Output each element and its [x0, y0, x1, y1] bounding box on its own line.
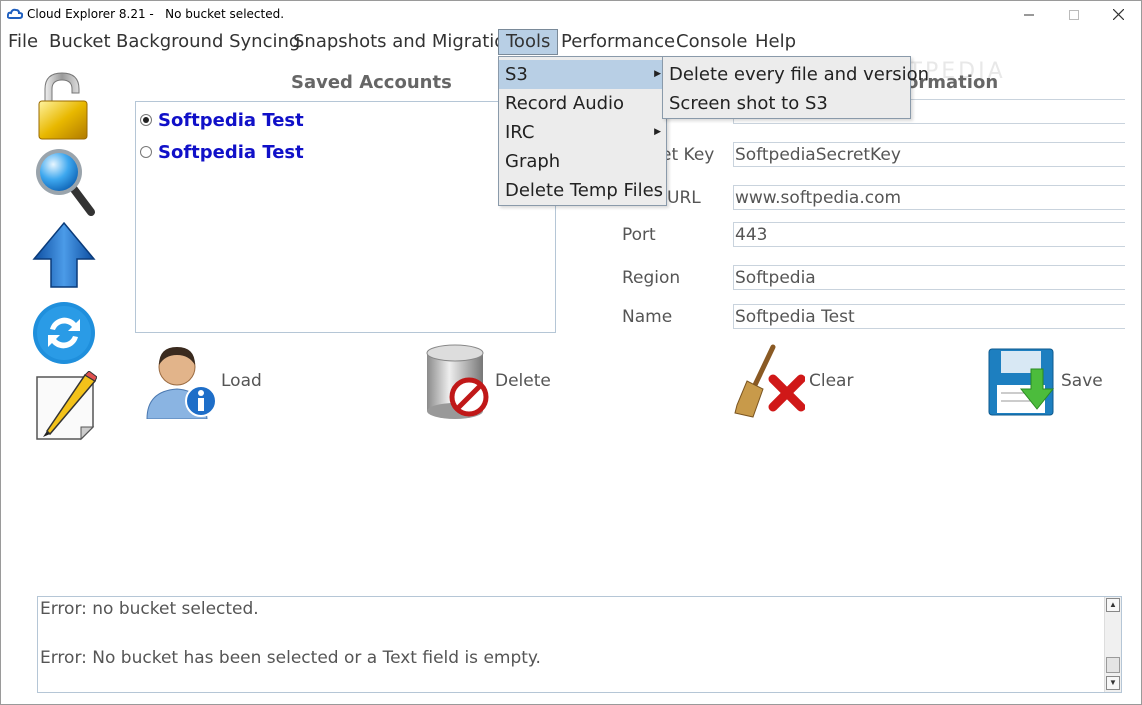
s3-submenu: Delete every file and version Screen sho…: [662, 56, 929, 119]
upload-arrow-icon[interactable]: [32, 221, 96, 291]
maximize-button[interactable]: [1051, 1, 1096, 28]
search-icon[interactable]: [33, 146, 97, 216]
menu-item-label: IRC: [505, 122, 535, 143]
console-scrollbar[interactable]: ▲ ▼: [1104, 597, 1121, 692]
list-item[interactable]: Softpedia Test: [140, 108, 304, 132]
account-name: Softpedia Test: [158, 109, 304, 131]
endpoint-url-field[interactable]: [733, 185, 1125, 210]
database-delete-icon: [426, 344, 489, 419]
scroll-up-icon[interactable]: ▲: [1106, 598, 1120, 612]
minimize-button[interactable]: [1006, 1, 1051, 28]
delete-label: Delete: [495, 371, 551, 391]
submenu-arrow-icon: ▶: [654, 127, 661, 137]
region-field[interactable]: [733, 265, 1125, 290]
close-button[interactable]: [1096, 1, 1141, 28]
name-field[interactable]: [733, 304, 1125, 329]
edit-note-icon[interactable]: [33, 371, 97, 441]
load-label: Load: [221, 371, 262, 391]
app-window: Cloud Explorer 8.21 - No bucket selected…: [0, 0, 1142, 705]
scroll-down-icon[interactable]: ▼: [1106, 676, 1120, 690]
save-label: Save: [1061, 371, 1103, 391]
broom-clear-icon: [734, 344, 805, 418]
menu-background-syncing[interactable]: Background Syncing: [109, 29, 307, 55]
minimize-icon: [1023, 14, 1034, 15]
clear-label: Clear: [809, 371, 854, 391]
submenu-arrow-icon: ▶: [654, 69, 661, 79]
close-icon: [1113, 9, 1124, 20]
menu-snapshots-and-migration[interactable]: Snapshots and Migration: [286, 29, 524, 55]
menu-console[interactable]: Console: [669, 29, 754, 55]
account-radio-selected[interactable]: [140, 114, 152, 126]
scroll-thumb[interactable]: [1106, 657, 1120, 673]
menu-item-label: Graph: [505, 151, 561, 172]
list-item[interactable]: Softpedia Test: [140, 140, 304, 164]
menu-item-label: Screen shot to S3: [669, 93, 828, 114]
region-label: Region: [622, 268, 681, 288]
saved-accounts-title: Saved Accounts: [291, 72, 452, 93]
menu-item-label: Delete every file and version: [669, 64, 930, 85]
menu-bucket[interactable]: Bucket: [42, 29, 118, 55]
account-radio[interactable]: [140, 146, 152, 158]
menu-item-s3[interactable]: S3 ▶: [499, 60, 666, 89]
secret-key-field[interactable]: [733, 142, 1125, 167]
menu-item-graph[interactable]: Graph: [499, 147, 666, 176]
menu-item-irc[interactable]: IRC ▶: [499, 118, 666, 147]
console-line: Error: No bucket has been selected or a …: [40, 648, 541, 668]
menu-item-label: S3: [505, 64, 528, 85]
title-bar: Cloud Explorer 8.21 - No bucket selected…: [1, 1, 1141, 28]
user-info-icon: [146, 347, 217, 419]
menu-bar: File Bucket Background Syncing Snapshots…: [1, 28, 1141, 56]
tools-dropdown-menu: S3 ▶ Record Audio IRC ▶ Graph Delete Tem…: [498, 56, 667, 206]
clear-button[interactable]: Clear: [733, 341, 853, 421]
load-button[interactable]: Load: [143, 341, 262, 421]
window-title: Cloud Explorer 8.21 - No bucket selected…: [27, 7, 285, 21]
menu-help[interactable]: Help: [748, 29, 803, 55]
menu-item-delete-temp-files[interactable]: Delete Temp Files: [499, 176, 666, 205]
console-output[interactable]: Error: no bucket selected. Error: No buc…: [37, 596, 1122, 693]
delete-button[interactable]: Delete: [425, 341, 551, 421]
saved-accounts-list: Softpedia Test Softpedia Test: [135, 101, 556, 333]
floppy-save-icon: [988, 348, 1055, 416]
port-label: Port: [622, 225, 656, 245]
menu-item-record-audio[interactable]: Record Audio: [499, 89, 666, 118]
account-name: Softpedia Test: [158, 141, 304, 163]
secret-key-label: et Key: [661, 145, 715, 165]
port-field[interactable]: [733, 222, 1125, 247]
menu-file[interactable]: File: [1, 29, 45, 55]
menu-performance[interactable]: Performance: [554, 29, 682, 55]
unlock-icon[interactable]: [33, 71, 97, 141]
save-button[interactable]: Save: [987, 341, 1103, 421]
menu-item-label: Delete Temp Files: [505, 180, 664, 201]
name-label: Name: [622, 307, 673, 327]
sync-icon[interactable]: [32, 299, 96, 369]
console-line: Error: no bucket selected.: [40, 599, 259, 619]
menu-item-delete-every-file-and-version[interactable]: Delete every file and version: [663, 60, 929, 89]
cloud-logo-icon: [7, 8, 23, 19]
menu-tools[interactable]: Tools: [498, 29, 559, 55]
menu-item-screen-shot-to-s3[interactable]: Screen shot to S3: [663, 89, 910, 118]
endpoint-url-label: URL: [667, 188, 701, 208]
maximize-icon: [1068, 9, 1079, 20]
menu-item-label: Record Audio: [505, 93, 625, 114]
